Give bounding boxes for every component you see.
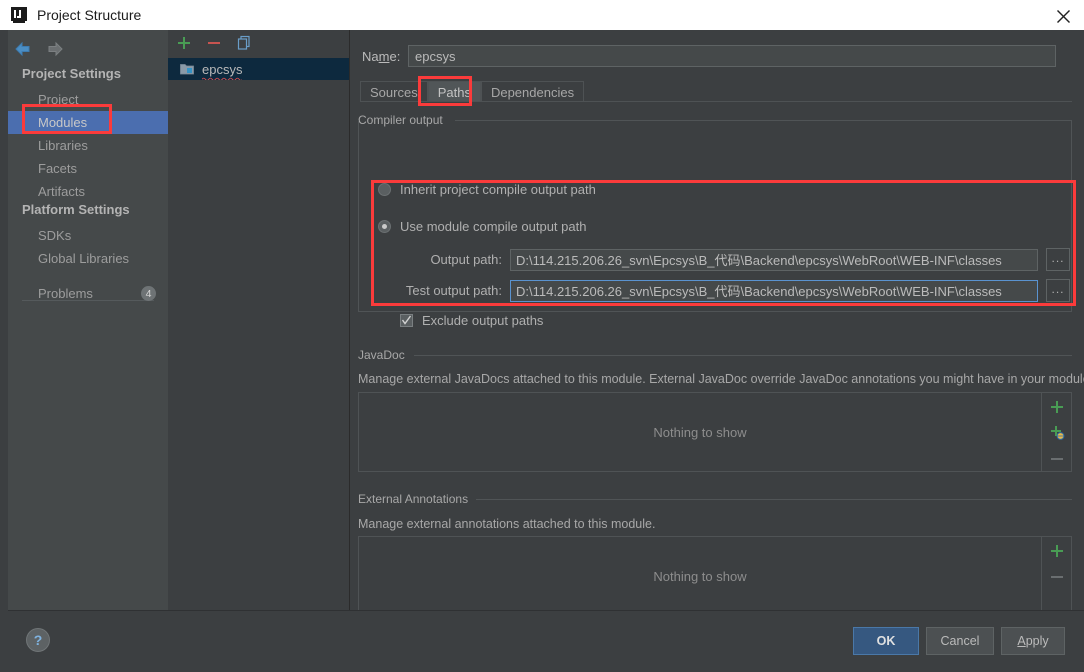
javadoc-side-buttons [1042, 392, 1072, 472]
module-list-toolbar [168, 30, 350, 58]
help-button[interactable]: ? [26, 628, 50, 652]
list-item[interactable]: epcsys [168, 58, 349, 80]
sidebar-section-project-settings: Project Settings [22, 66, 121, 81]
problems-count-badge: 4 [141, 286, 156, 301]
sidebar-item-label: SDKs [38, 228, 72, 243]
tab-dependencies[interactable]: Dependencies [480, 81, 585, 102]
sidebar-section-platform-settings: Platform Settings [22, 202, 130, 217]
javadoc-group-title: JavaDoc [358, 348, 411, 362]
sidebar-item-label: Global Libraries [38, 251, 130, 266]
apply-label-mnemonic: A [1017, 634, 1026, 648]
checkmark-icon [401, 315, 412, 325]
output-path-label: Output path: [430, 252, 502, 267]
test-output-path-label: Test output path: [405, 283, 502, 298]
tab-paths[interactable]: Paths [427, 81, 481, 102]
tabs-underline [360, 101, 1072, 102]
module-editor-tabs: Sources Paths Dependencies [360, 80, 1072, 102]
external-annotations-empty-text: Nothing to show [653, 568, 747, 584]
intellij-logo-icon [11, 7, 27, 23]
ok-button[interactable]: OK [853, 627, 919, 655]
minus-icon[interactable] [206, 35, 224, 53]
arrow-left-icon[interactable] [14, 41, 32, 57]
settings-sidebar: Project Settings Project Modules Librari… [8, 30, 168, 610]
module-name-row: Name: [362, 44, 1072, 68]
test-output-path-row: Test output path: ... [390, 279, 1072, 302]
external-annotations-side-buttons [1042, 536, 1072, 616]
apply-button[interactable]: Apply [1001, 627, 1065, 655]
exclude-output-paths-label: Exclude output paths [422, 313, 544, 328]
exclude-output-paths-row[interactable]: Exclude output paths [400, 313, 543, 328]
dialog-footer: ? OK Cancel Apply [8, 610, 1084, 672]
output-path-input[interactable] [510, 248, 1038, 271]
sidebar-item-problems[interactable]: Problems 4 [8, 282, 168, 305]
module-name-input[interactable] [408, 45, 1056, 67]
minus-icon [1049, 569, 1065, 585]
title-bar: Project Structure [0, 0, 1084, 30]
module-name: epcsys [202, 61, 243, 80]
external-annotations-group-title: External Annotations [358, 492, 475, 506]
inherit-output-label: Inherit project compile output path [400, 182, 596, 197]
external-annotations-description: Manage external annotations attached to … [358, 517, 656, 531]
module-icon [180, 62, 196, 76]
plus-icon[interactable] [1049, 543, 1065, 559]
use-module-output-label: Use module compile output path [400, 219, 587, 234]
inherit-output-radio[interactable] [378, 183, 391, 196]
plus-globe-icon[interactable] [1049, 425, 1065, 441]
module-list-panel: epcsys [168, 30, 350, 610]
exclude-output-paths-checkbox[interactable] [400, 314, 413, 327]
sidebar-item-artifacts[interactable]: Artifacts [8, 180, 168, 203]
output-path-browse-button[interactable]: ... [1046, 248, 1070, 271]
module-name-text: epcsys [202, 61, 243, 77]
module-editor-panel: Name: Sources Paths Dependencies Compile… [350, 30, 1084, 616]
spellcheck-squiggle-icon [202, 77, 243, 80]
sidebar-item-label: Problems [38, 286, 93, 301]
dialog-body: Project Settings Project Modules Librari… [0, 30, 1084, 672]
compiler-output-group-title: Compiler output [358, 113, 449, 127]
minus-icon [1049, 451, 1065, 467]
sidebar-item-sdks[interactable]: SDKs [8, 224, 168, 247]
external-annotations-list[interactable]: Nothing to show [358, 536, 1042, 616]
sidebar-item-label: Artifacts [38, 184, 85, 199]
name-label-suffix: e: [389, 48, 401, 64]
javadoc-empty-text: Nothing to show [653, 424, 747, 440]
project-structure-dialog: Project Structure Project Settings Proje… [0, 0, 1084, 672]
close-icon[interactable] [1052, 5, 1074, 27]
window-title: Project Structure [37, 7, 142, 23]
test-output-path-input[interactable] [510, 279, 1038, 302]
sidebar-item-project[interactable]: Project [8, 88, 168, 111]
sidebar-item-global-libraries[interactable]: Global Libraries [8, 247, 168, 270]
javadoc-list[interactable]: Nothing to show [358, 392, 1042, 472]
inherit-output-radio-row[interactable]: Inherit project compile output path [378, 182, 596, 197]
sidebar-item-label: Facets [38, 161, 78, 176]
sidebar-item-label: Modules [38, 115, 88, 130]
use-module-output-radio[interactable] [378, 220, 391, 233]
javadoc-description: Manage external JavaDocs attached to thi… [358, 372, 1084, 386]
plus-icon[interactable] [176, 35, 194, 53]
navigation-arrows [14, 38, 84, 60]
use-module-output-radio-row[interactable]: Use module compile output path [378, 219, 586, 234]
arrow-right-icon [46, 41, 64, 57]
copy-icon[interactable] [236, 35, 254, 53]
test-output-path-browse-button[interactable]: ... [1046, 279, 1070, 302]
plus-icon[interactable] [1049, 399, 1065, 415]
cancel-button[interactable]: Cancel [926, 627, 994, 655]
name-label-prefix: Na [362, 48, 379, 64]
tab-sources[interactable]: Sources [360, 81, 428, 102]
output-path-row: Output path: ... [390, 248, 1072, 271]
sidebar-item-label: Libraries [38, 138, 88, 153]
apply-label-suffix: pply [1025, 634, 1049, 648]
module-name-label: Name: [362, 49, 408, 64]
sidebar-item-modules[interactable]: Modules [8, 111, 168, 134]
sidebar-item-facets[interactable]: Facets [8, 157, 168, 180]
name-label-mnemonic: m [378, 48, 390, 64]
sidebar-item-label: Project [38, 92, 79, 107]
sidebar-item-libraries[interactable]: Libraries [8, 134, 168, 157]
